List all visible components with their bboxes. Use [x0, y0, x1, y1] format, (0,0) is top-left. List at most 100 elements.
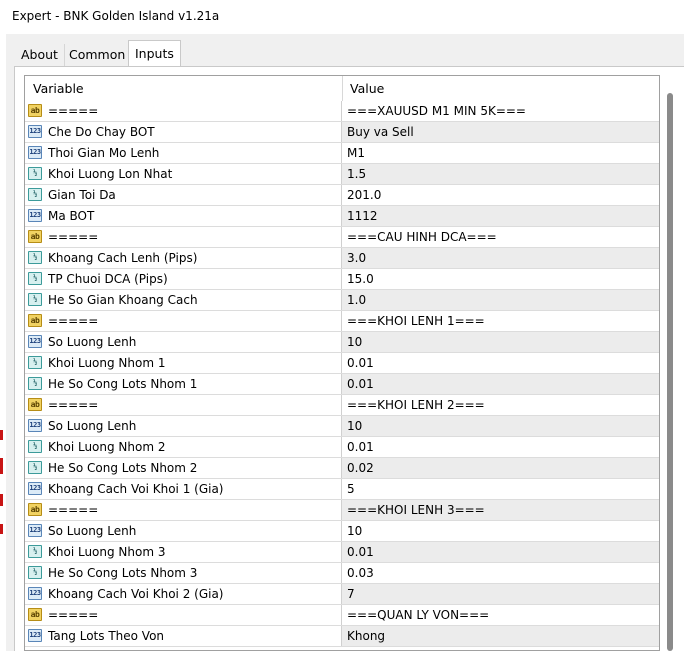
value-text[interactable]: 201.0 — [347, 188, 381, 202]
value-text[interactable]: 0.01 — [347, 377, 374, 391]
table-row[interactable]: ½ He So Gian Khoang Cach 1.0 — [25, 290, 659, 311]
value-text[interactable]: Buy va Sell — [347, 125, 414, 139]
value-cell[interactable]: ===CAU HINH DCA=== — [342, 227, 659, 247]
value-text[interactable]: Khong — [347, 629, 385, 643]
vertical-scrollbar[interactable] — [660, 75, 684, 651]
value-cell[interactable]: 1.5 — [342, 164, 659, 184]
value-cell[interactable]: 0.01 — [342, 353, 659, 373]
value-text[interactable]: 0.03 — [347, 566, 374, 580]
value-cell[interactable]: 10 — [342, 332, 659, 352]
table-row[interactable]: ½ Khoi Luong Nhom 3 0.01 — [25, 542, 659, 563]
variable-cell: 123 Thoi Gian Mo Lenh — [25, 143, 342, 163]
table-row[interactable]: ½ Khoi Luong Nhom 1 0.01 — [25, 353, 659, 374]
value-cell[interactable]: 0.01 — [342, 437, 659, 457]
table-row[interactable]: ab ===== ===QUAN LY VON=== — [25, 605, 659, 626]
value-text[interactable]: 10 — [347, 335, 362, 349]
table-row[interactable]: 123 Ma BOT 1112 — [25, 206, 659, 227]
table-row[interactable]: 123 Tang Lots Theo Von Khong — [25, 626, 659, 647]
value-cell[interactable]: 0.03 — [342, 563, 659, 583]
value-cell[interactable]: ===KHOI LENH 1=== — [342, 311, 659, 331]
background-window-edge — [0, 34, 6, 651]
value-cell[interactable]: ===QUAN LY VON=== — [342, 605, 659, 625]
value-cell[interactable]: ===KHOI LENH 2=== — [342, 395, 659, 415]
table-row[interactable]: ½ Khoi Luong Lon Nhat 1.5 — [25, 164, 659, 185]
table-row[interactable]: 123 Che Do Chay BOT Buy va Sell — [25, 122, 659, 143]
table-row[interactable]: ab ===== ===XAUUSD M1 MIN 5K=== — [25, 101, 659, 122]
value-text[interactable]: 1.5 — [347, 167, 366, 181]
tab-inputs[interactable]: Inputs — [128, 40, 181, 67]
table-row[interactable]: ½ TP Chuoi DCA (Pips) 15.0 — [25, 269, 659, 290]
column-divider[interactable] — [342, 76, 343, 101]
value-text[interactable]: 7 — [347, 587, 355, 601]
value-cell[interactable]: Khong — [342, 626, 659, 646]
integer-icon: 123 — [28, 335, 42, 348]
value-text[interactable]: ===XAUUSD M1 MIN 5K=== — [347, 104, 526, 118]
table-row[interactable]: 123 Thoi Gian Mo Lenh M1 — [25, 143, 659, 164]
table-row[interactable]: ½ He So Cong Lots Nhom 1 0.01 — [25, 374, 659, 395]
value-cell[interactable]: 10 — [342, 416, 659, 436]
variable-cell: ½ TP Chuoi DCA (Pips) — [25, 269, 342, 289]
value-text[interactable]: ===KHOI LENH 3=== — [347, 503, 485, 517]
table-row[interactable]: ½ Khoi Luong Nhom 2 0.01 — [25, 437, 659, 458]
scrollbar-thumb[interactable] — [667, 93, 673, 651]
table-row[interactable]: 123 So Luong Lenh 10 — [25, 521, 659, 542]
value-cell[interactable]: 1112 — [342, 206, 659, 226]
value-cell[interactable]: Buy va Sell — [342, 122, 659, 142]
value-text[interactable]: 0.02 — [347, 461, 374, 475]
value-text[interactable]: ===KHOI LENH 2=== — [347, 398, 485, 412]
value-cell[interactable]: 5 — [342, 479, 659, 499]
value-text[interactable]: 1.0 — [347, 293, 366, 307]
string-icon: ab — [28, 608, 42, 621]
value-text[interactable]: ===CAU HINH DCA=== — [347, 230, 497, 244]
value-text[interactable]: 10 — [347, 524, 362, 538]
table-row[interactable]: ½ He So Cong Lots Nhom 3 0.03 — [25, 563, 659, 584]
value-text[interactable]: 3.0 — [347, 251, 366, 265]
value-cell[interactable]: ===KHOI LENH 3=== — [342, 500, 659, 520]
value-text[interactable]: 1112 — [347, 209, 378, 223]
variable-name: TP Chuoi DCA (Pips) — [48, 272, 168, 286]
tab-about[interactable]: About — [15, 44, 65, 66]
value-cell[interactable]: ===XAUUSD M1 MIN 5K=== — [342, 101, 659, 121]
value-cell[interactable]: M1 — [342, 143, 659, 163]
table-row[interactable]: 123 Khoang Cach Voi Khoi 1 (Gia) 5 — [25, 479, 659, 500]
variable-name: Che Do Chay BOT — [48, 125, 155, 139]
value-text[interactable]: 5 — [347, 482, 355, 496]
value-text[interactable]: 0.01 — [347, 440, 374, 454]
value-text[interactable]: 10 — [347, 419, 362, 433]
tab-common[interactable]: Common — [63, 44, 133, 66]
value-text[interactable]: 0.01 — [347, 356, 374, 370]
column-header-value[interactable]: Value — [350, 81, 384, 96]
table-row[interactable]: ab ===== ===KHOI LENH 1=== — [25, 311, 659, 332]
value-cell[interactable]: 7 — [342, 584, 659, 604]
variable-cell: ½ He So Cong Lots Nhom 2 — [25, 458, 342, 478]
value-text[interactable]: M1 — [347, 146, 365, 160]
value-cell[interactable]: 1.0 — [342, 290, 659, 310]
table-row[interactable]: 123 So Luong Lenh 10 — [25, 416, 659, 437]
value-cell[interactable]: 0.01 — [342, 374, 659, 394]
value-cell[interactable]: 3.0 — [342, 248, 659, 268]
column-header-variable[interactable]: Variable — [33, 81, 84, 96]
value-text[interactable]: ===KHOI LENH 1=== — [347, 314, 485, 328]
value-text[interactable]: 0.01 — [347, 545, 374, 559]
variable-name: He So Cong Lots Nhom 2 — [48, 461, 198, 475]
table-row[interactable]: ½ Khoang Cach Lenh (Pips) 3.0 — [25, 248, 659, 269]
value-text[interactable]: ===QUAN LY VON=== — [347, 608, 489, 622]
value-cell[interactable]: 10 — [342, 521, 659, 541]
table-row[interactable]: 123 So Luong Lenh 10 — [25, 332, 659, 353]
table-row[interactable]: ab ===== ===CAU HINH DCA=== — [25, 227, 659, 248]
value-text[interactable]: 15.0 — [347, 272, 374, 286]
table-row[interactable]: ab ===== ===KHOI LENH 2=== — [25, 395, 659, 416]
double-icon: ½ — [28, 377, 42, 390]
table-row[interactable]: ½ He So Cong Lots Nhom 2 0.02 — [25, 458, 659, 479]
double-icon: ½ — [28, 566, 42, 579]
value-cell[interactable]: 201.0 — [342, 185, 659, 205]
value-cell[interactable]: 0.01 — [342, 542, 659, 562]
value-cell[interactable]: 15.0 — [342, 269, 659, 289]
value-cell[interactable]: 0.02 — [342, 458, 659, 478]
variable-cell: ab ===== — [25, 605, 342, 625]
table-row[interactable]: 123 Khoang Cach Voi Khoi 2 (Gia) 7 — [25, 584, 659, 605]
table-row[interactable]: ab ===== ===KHOI LENH 3=== — [25, 500, 659, 521]
table-row[interactable]: ½ Gian Toi Da 201.0 — [25, 185, 659, 206]
string-icon: ab — [28, 314, 42, 327]
double-icon: ½ — [28, 272, 42, 285]
